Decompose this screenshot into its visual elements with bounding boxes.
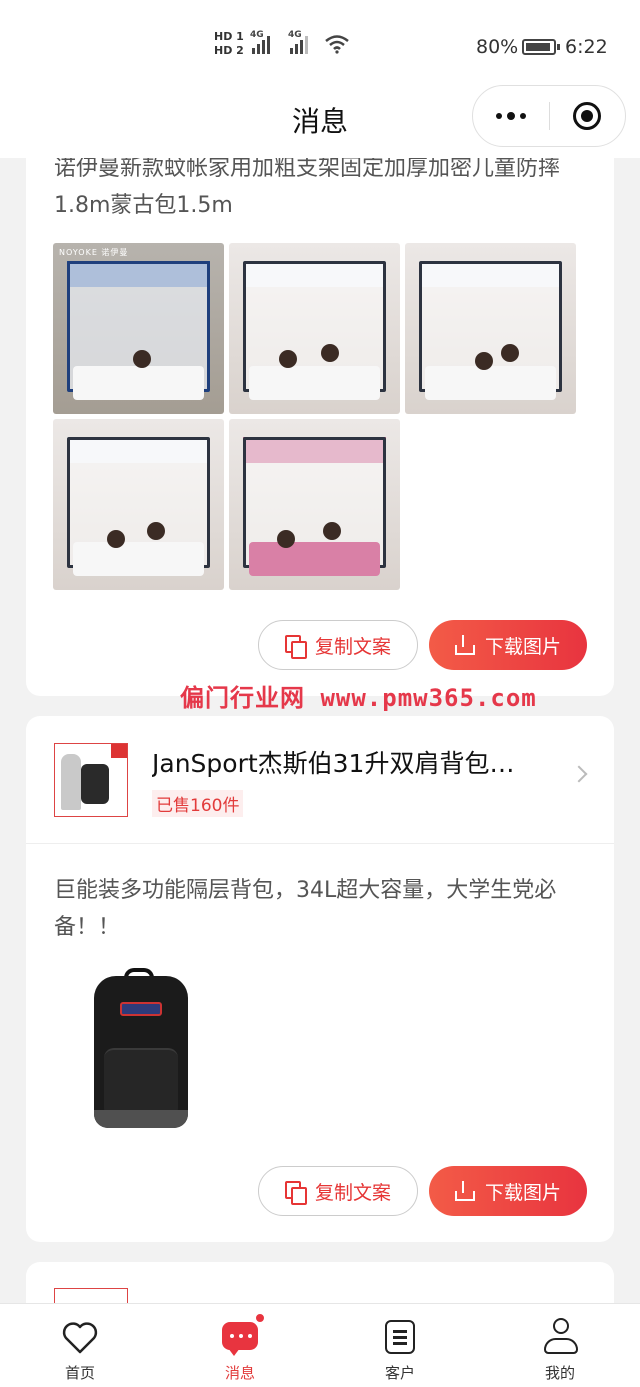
product-name: JanSport杰斯伯31升双肩背包…	[152, 749, 515, 778]
message-feed[interactable]: 诺伊曼新款蚊帐家用加粗支架固定加厚加密儿童防摔1.8m蒙古包1.5m NOYOK…	[0, 158, 640, 1303]
network-2-label: 4G	[288, 30, 302, 40]
battery-nub	[557, 44, 560, 50]
copy-label: 复制文案	[314, 1181, 391, 1204]
download-images-button[interactable]: 下载图片	[429, 1166, 587, 1216]
signal-icon: 4G	[250, 30, 270, 54]
tab-bar: 首页 消息 客户 我的	[0, 1303, 640, 1387]
unread-badge	[254, 1312, 266, 1324]
watermark: 偏门行业网 www.pmw365.com	[180, 684, 537, 712]
tab-label: 我的	[544, 1364, 575, 1382]
tab-label: 首页	[64, 1364, 95, 1382]
product-image[interactable]	[53, 419, 224, 590]
more-icon[interactable]	[473, 86, 549, 146]
capsule-divider	[549, 102, 550, 130]
battery-icon	[522, 39, 556, 55]
post-card: JanSport杰斯伯31升双肩背包… 已售160件 巨能装多功能隔层背包，34…	[26, 716, 614, 1242]
tab-customers[interactable]: 客户	[320, 1304, 480, 1387]
product-thumbnail	[54, 1288, 128, 1303]
download-icon	[454, 635, 475, 655]
message-icon	[220, 1312, 266, 1358]
close-capsule-icon[interactable]	[573, 102, 601, 130]
download-label: 下载图片	[484, 1181, 561, 1204]
product-link[interactable]: JanSport杰斯伯31升双肩背包… 已售160件	[26, 716, 614, 844]
user-icon	[540, 1318, 580, 1358]
download-images-button[interactable]: 下载图片	[429, 620, 587, 670]
hd2-label: HD 2	[214, 44, 244, 57]
product-image[interactable]	[229, 419, 400, 590]
clipboard-icon	[380, 1318, 420, 1358]
product-image[interactable]	[405, 243, 576, 414]
copy-icon	[284, 635, 307, 659]
copy-text-button[interactable]: 复制文案	[258, 1166, 418, 1216]
heart-icon	[60, 1318, 100, 1358]
tab-me[interactable]: 我的	[480, 1304, 640, 1387]
tab-label: 客户	[384, 1364, 415, 1382]
status-bar: HD 1 HD 2 4G 4G 80% 6:22	[0, 0, 640, 92]
download-icon	[454, 1181, 475, 1201]
product-image[interactable]	[86, 968, 196, 1130]
post-card	[26, 1262, 614, 1303]
brand-label: NOYOKE 诺伊曼	[59, 248, 129, 257]
product-image[interactable]	[229, 243, 400, 414]
post-text: 巨能装多功能隔层背包，34L超大容量，大学生党必备！！	[54, 878, 557, 940]
battery-percent: 80%	[476, 36, 519, 58]
wifi-icon	[325, 35, 349, 54]
hd1-label: HD 1	[214, 30, 244, 43]
clock: 6:22	[565, 36, 608, 58]
post-text: 诺伊曼新款蚊帐家用加粗支架固定加厚加密儿童防摔1.8m蒙古包1.5m	[54, 158, 561, 218]
nav-bar: 消息	[0, 85, 640, 158]
download-label: 下载图片	[484, 635, 561, 658]
sold-count-badge: 已售160件	[152, 790, 244, 817]
signal-icon: 4G	[288, 30, 308, 54]
chevron-right-icon	[570, 765, 588, 783]
copy-icon	[284, 1181, 307, 1205]
tab-label: 消息	[224, 1364, 255, 1382]
product-thumbnail	[54, 743, 128, 817]
hd-indicator: HD 1 HD 2	[214, 30, 244, 58]
network-1-label: 4G	[250, 30, 264, 40]
product-image[interactable]: NOYOKE 诺伊曼	[53, 243, 224, 414]
copy-label: 复制文案	[314, 635, 391, 658]
tab-home[interactable]: 首页	[0, 1304, 160, 1387]
tab-messages[interactable]: 消息	[160, 1304, 320, 1387]
mini-program-capsule	[472, 85, 626, 147]
post-card: 诺伊曼新款蚊帐家用加粗支架固定加厚加密儿童防摔1.8m蒙古包1.5m NOYOK…	[26, 158, 614, 696]
copy-text-button[interactable]: 复制文案	[258, 620, 418, 670]
